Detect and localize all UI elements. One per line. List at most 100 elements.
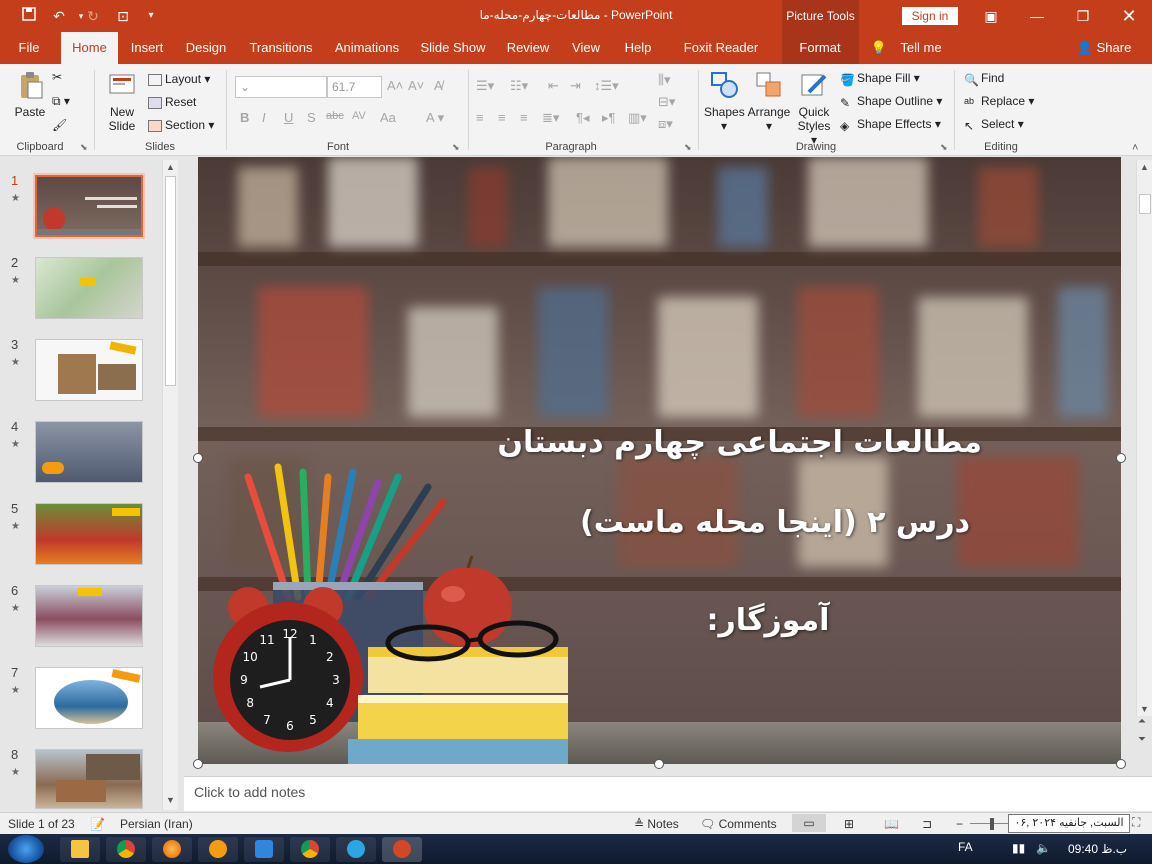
volume-icon[interactable]: 🔈 xyxy=(1036,841,1051,855)
slide-thumbnail-4[interactable] xyxy=(35,421,143,483)
tell-me-search[interactable]: Tell me xyxy=(896,32,946,64)
firefox-icon[interactable] xyxy=(152,837,192,862)
maximize-icon[interactable]: ❐ xyxy=(1060,0,1106,32)
thumbnail-scrollbar[interactable]: ▲ xyxy=(162,160,178,810)
scroll-down-icon[interactable]: ▼ xyxy=(1140,704,1149,714)
paragraph-launcher-icon[interactable]: ⬊ xyxy=(684,142,692,153)
shape-effects-button[interactable]: ◈ Shape Effects ▾ xyxy=(840,117,941,133)
collapse-ribbon-icon[interactable]: ˄ xyxy=(1132,142,1138,154)
tab-foxit-reader-pdf[interactable]: Foxit Reader PDF xyxy=(670,32,772,87)
resize-handle-right[interactable] xyxy=(1116,453,1126,463)
transition-star-icon: ★ xyxy=(11,357,20,368)
shapes-button[interactable]: Shapes ▾ xyxy=(704,70,745,133)
network-icon[interactable]: ▮▮ xyxy=(1012,841,1025,855)
tab-view[interactable]: View xyxy=(566,32,606,64)
close-icon[interactable]: ✕ xyxy=(1106,0,1152,32)
edge-icon[interactable] xyxy=(198,837,238,862)
slide-scroll-thumb[interactable] xyxy=(1139,194,1151,214)
resize-handle-bottom-left[interactable] xyxy=(193,759,203,769)
tab-help[interactable]: Help xyxy=(616,32,660,64)
slide-thumbnail-1[interactable] xyxy=(33,173,145,239)
file-explorer-icon[interactable] xyxy=(60,837,100,862)
ribbon-display-icon[interactable]: ▣ xyxy=(968,0,1014,32)
layout-button[interactable]: Layout ▾ xyxy=(148,72,210,86)
font-launcher-icon[interactable]: ⬊ xyxy=(452,142,460,153)
zoom-out-icon[interactable]: − xyxy=(956,817,963,831)
title-bar: ↶ ▾ ↻ ⊡ ▾ مطالعات-چهارم-محله-ما - PowerP… xyxy=(0,0,1152,32)
tab-animations[interactable]: Animations xyxy=(328,32,406,64)
slide-thumbnail-3[interactable] xyxy=(35,339,143,401)
tab-format[interactable]: Format xyxy=(790,32,850,64)
spell-check-icon[interactable]: 📝 xyxy=(90,817,105,831)
find-button[interactable]: 🔍 Find xyxy=(964,71,1004,87)
tab-home[interactable]: Home xyxy=(61,32,118,64)
paste-button[interactable]: Paste xyxy=(10,70,50,119)
comments-toggle[interactable]: 🗨 Comments xyxy=(700,817,777,831)
chrome-icon-2[interactable] xyxy=(290,837,330,862)
copy-icon[interactable]: ⧉ ▾ xyxy=(52,94,70,109)
slide-canvas[interactable]: 12 1 2 3 4 5 6 7 8 9 10 11 مطالعات اجتماعی چهارم دب… xyxy=(198,157,1121,764)
cut-icon[interactable]: ✂ xyxy=(52,70,62,84)
input-language[interactable]: FA xyxy=(958,840,973,854)
section-button[interactable]: Section ▾ xyxy=(148,118,214,132)
slide-show-icon[interactable]: ⊐ xyxy=(922,817,932,831)
select-button[interactable]: ↖ Select ▾ xyxy=(964,117,1024,133)
font-size-box[interactable]: 61.7 xyxy=(327,76,382,98)
reset-button[interactable]: Reset xyxy=(148,95,196,109)
notes-pane[interactable]: Click to add notes xyxy=(184,776,1152,811)
slide-thumbnail-2[interactable] xyxy=(35,257,143,319)
powerpoint-taskbar-icon[interactable] xyxy=(382,837,422,862)
drawing-launcher-icon[interactable]: ⬊ xyxy=(940,142,948,153)
shape-fill-button[interactable]: 🪣 Shape Fill ▾ xyxy=(840,71,920,87)
strikethrough-icon: abc xyxy=(326,110,344,122)
slide-sorter-icon[interactable]: ⊞ xyxy=(844,817,854,831)
new-slide-button[interactable]: New Slide xyxy=(100,70,144,133)
thumbnail-scroll-down-icon[interactable]: ▼ xyxy=(166,795,175,805)
reading-view-icon[interactable]: 📖 xyxy=(884,817,899,831)
clock[interactable]: 09:40 ب.ظ xyxy=(1068,842,1127,856)
resize-handle-left[interactable] xyxy=(193,453,203,463)
tab-insert[interactable]: Insert xyxy=(124,32,170,64)
replace-button[interactable]: ab Replace ▾ xyxy=(964,94,1034,108)
shape-outline-button[interactable]: ✎ Shape Outline ▾ xyxy=(840,94,942,110)
previous-slide-icon[interactable]: ⏶ xyxy=(1138,716,1146,727)
resize-handle-bottom-right[interactable] xyxy=(1116,759,1126,769)
tab-design[interactable]: Design xyxy=(180,32,232,64)
arrange-button[interactable]: Arrange ▾ xyxy=(746,70,792,133)
notes-toggle[interactable]: ≜ Notes xyxy=(634,817,679,831)
scroll-up-icon[interactable]: ▲ xyxy=(166,162,175,172)
resize-handle-bottom[interactable] xyxy=(654,759,664,769)
remote-app-icon[interactable] xyxy=(244,837,284,862)
fit-slide-icon[interactable]: ⛶ xyxy=(1132,815,1140,830)
tab-transitions[interactable]: Transitions xyxy=(244,32,318,64)
normal-view-icon[interactable]: ▭ xyxy=(792,814,826,832)
clipboard-launcher-icon[interactable]: ⬊ xyxy=(80,142,88,153)
search-icon: 🔍 xyxy=(964,72,979,87)
quick-styles-button[interactable]: Quick Styles ▾ xyxy=(794,70,834,147)
chrome-icon[interactable] xyxy=(106,837,146,862)
slide-thumbnail-5[interactable] xyxy=(35,503,143,565)
slide-scrollbar[interactable]: ▲ ▼ xyxy=(1136,160,1152,716)
tab-slide-show[interactable]: Slide Show xyxy=(416,32,490,64)
slide-thumbnail-7[interactable] xyxy=(35,667,143,729)
font-name-box[interactable]: ⌄ xyxy=(235,76,327,98)
start-button-icon[interactable] xyxy=(8,835,44,863)
slide-subtitle-line[interactable]: درس ۲ (اینجا محله ماست) xyxy=(580,505,970,540)
slide-thumbnail-6[interactable] xyxy=(35,585,143,647)
slide-title-line[interactable]: مطالعات اجتماعی چهارم دبستان xyxy=(497,425,982,460)
next-slide-icon[interactable]: ⏷ xyxy=(1138,734,1146,745)
tab-review[interactable]: Review xyxy=(500,32,556,64)
tab-file[interactable]: File xyxy=(8,32,50,64)
slide-thumbnail-8[interactable] xyxy=(35,749,143,809)
minimize-icon[interactable]: — xyxy=(1014,0,1060,32)
notes-placeholder[interactable]: Click to add notes xyxy=(194,784,305,800)
language-indicator[interactable]: Persian (Iran) xyxy=(120,817,193,831)
thumbnail-scroll-thumb[interactable] xyxy=(165,176,176,386)
sign-in-button[interactable]: Sign in xyxy=(902,7,958,25)
zoom-slider-thumb[interactable] xyxy=(990,818,994,830)
share-button[interactable]: Share xyxy=(1096,32,1132,64)
format-painter-icon[interactable]: 🖌 xyxy=(52,118,67,132)
slide-teacher-line[interactable]: آموزگار: xyxy=(698,603,838,638)
scroll-up-icon[interactable]: ▲ xyxy=(1140,162,1149,172)
telegram-icon[interactable] xyxy=(336,837,376,862)
